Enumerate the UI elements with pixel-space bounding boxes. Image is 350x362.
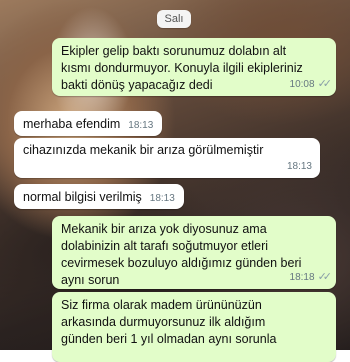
message-meta: 10:08 ✓✓ (289, 76, 333, 93)
read-ticks-icon: ✓✓ (317, 78, 333, 90)
message-bubble-outgoing[interactable]: Siz firma olarak madem ürününüzün arkası… (52, 292, 336, 362)
message-text: Siz firma olarak madem ürününüzün arkası… (61, 298, 277, 346)
message-time: 18:13 (149, 193, 175, 204)
message-meta: 18:18 ✓✓ (289, 269, 333, 286)
message-bubble-incoming[interactable]: cihazınızda mekanik bir arıza görülmemiş… (14, 138, 320, 178)
message-time: 18:13 (128, 120, 154, 131)
message-text: normal bilgisi verilmiş (23, 190, 142, 204)
message-time: 18:13 (286, 161, 312, 172)
message-bubble-incoming[interactable]: normal bilgisi verilmiş 18:13 (14, 184, 184, 209)
message-text: cihazınızda mekanik bir arıza görülmemiş… (23, 143, 264, 157)
message-text: merhaba efendim (23, 117, 121, 131)
read-ticks-icon: ✓✓ (317, 271, 333, 283)
message-time: 18:18 (289, 272, 315, 283)
message-bubble-outgoing[interactable]: Ekipler gelip baktı sorunumuz dolabın al… (52, 38, 336, 96)
message-time: 10:08 (289, 79, 315, 90)
message-text: Ekipler gelip baktı sorunumuz dolabın al… (61, 44, 303, 92)
message-bubble-incoming[interactable]: merhaba efendim 18:13 (14, 111, 163, 136)
message-text: Mekanik bir arıza yok diyosunuz ama dola… (61, 222, 302, 287)
message-bubble-outgoing[interactable]: Mekanik bir arıza yok diyosunuz ama dola… (52, 216, 336, 289)
date-separator: Salı (157, 10, 191, 28)
